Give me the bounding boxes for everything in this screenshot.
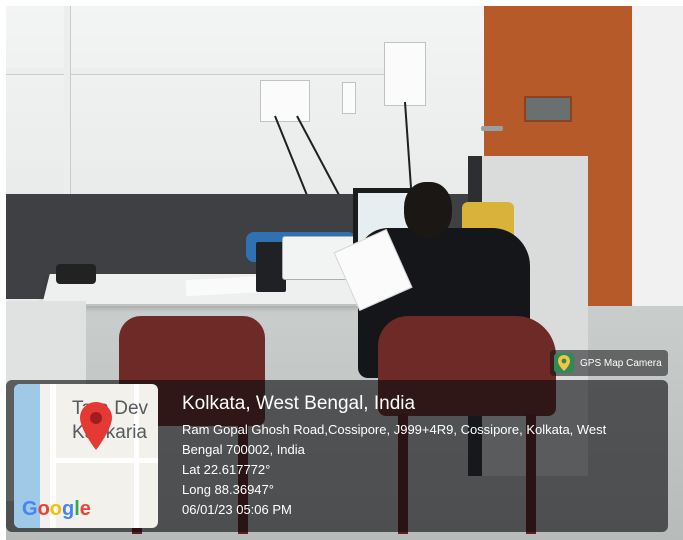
map-thumbnail: Tara Dev Kankaria Google — [14, 384, 158, 528]
address-line: Ram Gopal Ghosh Road,Cossipore, J999+4R9… — [182, 422, 607, 437]
google-logo: Google — [22, 498, 91, 520]
map-pin-icon — [80, 402, 112, 450]
map-pin-icon — [558, 355, 570, 371]
location-title: Kolkata, West Bengal, India — [182, 393, 416, 414]
longitude: Long 88.36947° — [182, 482, 274, 497]
timestamp: 06/01/23 05:06 PM — [182, 502, 292, 517]
conduit-pipe-vertical — [64, 6, 71, 196]
location-text: Kolkata, West Bengal, India Ram Gopal Gh… — [182, 392, 662, 520]
latitude: Lat 22.617772° — [182, 462, 271, 477]
address-line: Bengal 700002, India — [182, 442, 305, 457]
switchboard-small — [342, 82, 356, 114]
door-handle — [481, 126, 503, 131]
switchboard-left — [260, 80, 310, 122]
map-road — [50, 458, 158, 463]
door-window — [524, 96, 572, 122]
gps-map-camera-icon — [554, 353, 574, 373]
badge-label: GPS Map Camera — [580, 357, 662, 369]
switchboard-right — [384, 42, 426, 106]
gps-map-camera-badge: GPS Map Camera — [550, 350, 668, 376]
desk-phone — [56, 264, 96, 284]
person-head — [404, 182, 452, 238]
